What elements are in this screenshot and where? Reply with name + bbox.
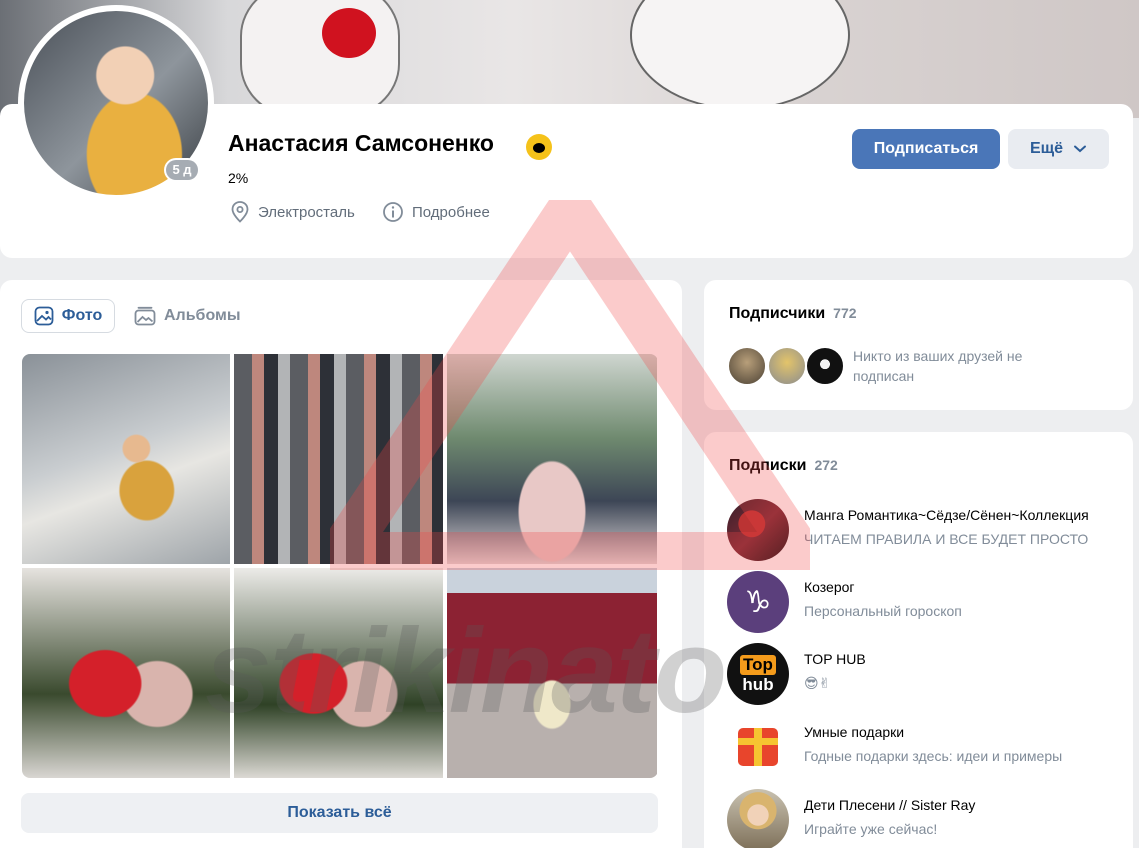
tab-albums[interactable]: Альбомы — [134, 299, 241, 333]
photo-icon — [34, 306, 54, 326]
profile-status: 2% — [228, 170, 249, 186]
followers-title: Подписчики — [729, 305, 826, 322]
photo-thumbnail[interactable] — [447, 568, 657, 778]
community-name: Манга Романтика~Сёдзе/Сёнен~Коллекция — [804, 507, 1089, 523]
photo-thumbnail[interactable] — [22, 354, 230, 564]
followers-header[interactable]: Подписчики 772 — [729, 305, 857, 323]
subscriptions-card — [704, 432, 1133, 848]
cover-illustration — [240, 0, 400, 118]
follower-avatar[interactable] — [727, 346, 767, 386]
photo-thumbnail[interactable] — [447, 354, 657, 564]
tab-photos-label: Фото — [61, 307, 103, 324]
last-seen-badge: 5 д — [164, 158, 200, 182]
community-description: Годные подарки здесь: идеи и примеры — [804, 748, 1063, 764]
cover-illustration-figure — [630, 0, 850, 110]
community-description: ЧИТАЕМ ПРАВИЛА И ВСЕ БУДЕТ ПРОСТО — [804, 531, 1089, 547]
subscription-item[interactable]: Манга Романтика~Сёдзе/Сёнен~Коллекция ЧИ… — [727, 499, 1117, 561]
more-info-text: Подробнее — [412, 203, 490, 221]
photo-thumbnail[interactable] — [234, 568, 443, 778]
cover-apple — [322, 8, 376, 58]
gift-icon — [727, 716, 789, 778]
community-name: Дети Плесени // Sister Ray — [804, 797, 976, 813]
more-info-link[interactable]: Подробнее — [382, 201, 490, 223]
community-description: Персональный гороскоп — [804, 603, 962, 619]
subscriptions-title: Подписки — [729, 457, 807, 474]
followers-card — [704, 280, 1133, 410]
chevron-down-icon — [1074, 145, 1087, 153]
more-actions-button[interactable]: Ещё — [1008, 129, 1109, 169]
tophub-logo-top: Top — [740, 654, 776, 675]
follower-avatar[interactable] — [805, 346, 845, 386]
subscriptions-header[interactable]: Подписки 272 — [729, 457, 838, 475]
subscription-item[interactable]: Top hub TOP HUB 😎✌ — [727, 643, 1117, 705]
photo-thumbnail[interactable] — [22, 568, 230, 778]
community-name: Умные подарки — [804, 724, 905, 740]
tophub-logo-icon: Top hub — [727, 643, 789, 705]
subscription-item[interactable]: Дети Плесени // Sister Ray Играйте уже с… — [727, 789, 1117, 848]
community-avatar — [727, 789, 789, 848]
albums-icon — [134, 306, 156, 326]
follower-avatar[interactable] — [767, 346, 807, 386]
show-all-photos-button[interactable]: Показать всё — [21, 793, 658, 833]
subscribe-button[interactable]: Подписаться — [852, 129, 1000, 169]
community-description: Играйте уже сейчас! — [804, 821, 938, 837]
community-name: Козерог — [804, 579, 855, 595]
more-actions-label: Ещё — [1029, 140, 1064, 157]
profile-location[interactable]: Электросталь — [230, 201, 355, 223]
followers-note: Никто из ваших друзей не подписан — [853, 348, 1023, 384]
tophub-logo-hub: hub — [742, 674, 774, 694]
community-name: TOP HUB — [804, 651, 866, 667]
photo-grid — [22, 354, 658, 778]
capricorn-icon: ♑ — [727, 571, 789, 633]
location-text: Электросталь — [258, 203, 355, 221]
tab-photos[interactable]: Фото — [21, 299, 115, 333]
community-avatar — [727, 499, 789, 561]
info-icon — [383, 202, 403, 222]
profile-name: Анастасия Самсоненко — [228, 130, 494, 156]
last-seen-text: 5 д — [166, 160, 198, 180]
subscription-item[interactable]: Умные подарки Годные подарки здесь: идеи… — [727, 716, 1117, 778]
followers-count: 772 — [833, 305, 857, 321]
premium-badge-icon[interactable] — [526, 134, 552, 160]
subscriptions-count: 272 — [814, 457, 838, 473]
gift-box-shape — [738, 728, 778, 766]
subscription-item[interactable]: ♑ Козерог Персональный гороскоп — [727, 571, 1117, 633]
location-pin-icon — [231, 201, 249, 223]
tab-albums-label: Альбомы — [164, 307, 241, 324]
photo-thumbnail[interactable] — [234, 354, 443, 564]
community-description: 😎✌ — [804, 675, 831, 691]
